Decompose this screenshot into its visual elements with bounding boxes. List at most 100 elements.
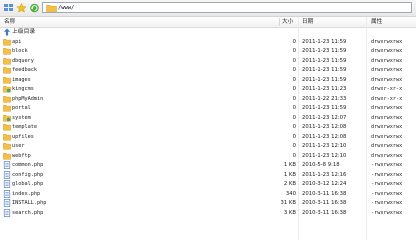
file-row[interactable]: system 0 2011-1-23 12:07 drwxrwxrwx [0, 114, 416, 124]
file-row[interactable]: feedback 0 2011-1-23 11:59 drwxrwxrwx [0, 66, 416, 76]
refresh-icon[interactable] [29, 3, 40, 13]
column-size[interactable]: 大小 [282, 18, 293, 26]
file-row[interactable]: block 0 2011-1-23 11:59 drwxrwxrwx [0, 47, 416, 57]
file-size: 0 [292, 105, 296, 111]
file-row[interactable]: portal 0 2011-1-23 11:59 drwxrwxrwx [0, 104, 416, 114]
file-date: 2011-1-22 21:33 [302, 95, 347, 102]
file-permissions: drwxrwxrwx [371, 76, 403, 83]
file-permissions: drwxrwxrwx [371, 38, 403, 45]
file-name: common.php [12, 162, 44, 168]
file-name: phpMyAdmin [12, 95, 44, 102]
file-date: 2011-1-23 11:59 [302, 48, 347, 54]
file-date: 2011-1-23 11:59 [302, 76, 347, 83]
php-file-icon [3, 189, 11, 198]
file-name: search.php [12, 209, 44, 216]
column-date[interactable]: 日期 [302, 18, 313, 26]
file-permissions: drwxrwxrwx [371, 57, 403, 64]
file-name: api [12, 38, 22, 45]
file-size: 0 [292, 95, 296, 102]
file-date: 2010-3-11 16:38 [302, 200, 347, 206]
file-name: global.php [12, 181, 44, 187]
file-row[interactable]: INSTALL.php 31 KB 2010-3-11 16:38 -rwxrwxrw… [0, 199, 416, 209]
file-row[interactable]: user 0 2011-1-23 12:10 drwxrwxrwx [0, 142, 416, 152]
file-size: 1 KB [283, 171, 296, 178]
file-permissions: -rwxrwxrwx [371, 190, 403, 197]
column-perm[interactable]: 属性 [371, 18, 382, 26]
file-name: upfiles [12, 133, 34, 140]
file-size: 0 [292, 38, 296, 45]
file-row[interactable]: config.php 1 KB 2011-1-23 12:16 -rwxrwxrwx [0, 170, 416, 181]
file-name: kingcms [12, 86, 34, 92]
file-size: 0 [292, 67, 296, 73]
file-size: 2 KB [283, 181, 296, 187]
file-row[interactable]: phpMyAdmin 0 2011-1-22 21:33 drwxr-xr-x [0, 95, 416, 105]
file-size: 0 [292, 76, 296, 83]
file-row[interactable]: images 0 2011-1-23 11:59 drwxrwxrwx [0, 76, 416, 86]
address-bar[interactable]: /www/ [42, 2, 412, 13]
folder-icon [3, 76, 11, 84]
address-path: /www/ [58, 5, 75, 11]
php-file-icon [3, 208, 11, 217]
column-header: 名称 大小 日期 属性 [0, 17, 416, 28]
file-date: 2011-1-23 12:10 [302, 152, 347, 159]
file-row[interactable]: index.php 340 2010-3-11 16:38 -rwxrwxrwx [0, 189, 416, 200]
file-row[interactable]: upfiles 0 2011-1-23 12:08 drwxrwxrwx [0, 133, 416, 143]
php-file-icon [3, 170, 11, 179]
column-name[interactable]: 名称 [4, 18, 15, 26]
file-name: images [12, 76, 31, 83]
file-date: 2010-3-11 16:38 [302, 209, 347, 216]
special-folder-icon [3, 114, 11, 122]
file-date: 2011-1-23 11:59 [302, 67, 347, 73]
file-name: feedback [12, 67, 37, 73]
file-permissions: -rwxrwxrwx [371, 200, 403, 206]
file-name: index.php [12, 190, 41, 197]
folder-icon [3, 38, 11, 46]
file-row[interactable]: api 0 2011-1-23 11:59 drwxrwxrwx [0, 38, 416, 48]
folder-icon [3, 104, 11, 112]
special-folder-icon [3, 85, 11, 93]
folder-icon [3, 57, 11, 65]
file-date: 2011-1-23 12:16 [302, 171, 347, 178]
file-size: 3 KB [283, 209, 296, 216]
file-date: 2011-1-23 11:59 [302, 38, 347, 45]
file-row[interactable]: global.php 2 KB 2010-3-12 12:24 -rwxrwxrwx [0, 180, 416, 190]
file-row[interactable]: common.php 1 KB 2010-5-8 9:18 -rwxrwxrwx [0, 161, 416, 171]
parent-directory-row[interactable]: 上级目录 [0, 28, 416, 38]
file-date: 2011-1-23 12:10 [302, 143, 347, 149]
file-list: 上级目录 api 0 2011-1-23 11:59 drwxrwxrwx block 0… [0, 28, 416, 218]
file-size: 0 [292, 48, 296, 54]
file-name: block [12, 48, 28, 54]
file-row[interactable]: search.php 3 KB 2010-3-11 16:38 -rwxrwxrwx [0, 208, 416, 219]
file-size: 0 [292, 152, 296, 159]
php-file-icon [3, 180, 11, 188]
folder-icon [3, 47, 11, 55]
file-permissions: drwxrwxrwx [371, 133, 403, 140]
file-row[interactable]: template 0 2011-1-23 12:08 drwxrwxrwx [0, 123, 416, 133]
file-permissions: -rwxrwxrwx [371, 171, 403, 178]
file-name: config.php [12, 171, 44, 178]
file-permissions: -rwxrwxrwx [371, 181, 403, 187]
file-size: 0 [292, 57, 296, 64]
file-date: 2011-1-23 11:59 [302, 57, 347, 64]
file-name: dbquery [12, 57, 34, 64]
file-size: 0 [292, 133, 296, 140]
file-size: 1 KB [283, 162, 296, 168]
file-date: 2011-1-23 12:08 [302, 133, 347, 140]
column-divider[interactable] [279, 18, 280, 26]
favorite-star-icon[interactable] [16, 3, 27, 13]
php-file-icon [3, 199, 11, 207]
file-permissions: -rwxrwxrwx [371, 209, 403, 216]
file-name: portal [12, 105, 31, 111]
file-size: 0 [292, 124, 296, 130]
file-date: 2011-1-23 12:08 [302, 124, 347, 130]
up-arrow-icon [3, 28, 11, 36]
file-row[interactable]: dbquery 0 2011-1-23 11:59 drwxrwxrwx [0, 57, 416, 67]
folder-icon [3, 66, 11, 74]
file-row[interactable]: kingcms 0 2011-1-23 11:23 drwxr-xr-x [0, 85, 416, 95]
grid-view-icon[interactable] [3, 3, 14, 13]
file-row[interactable]: webftp 0 2011-1-23 12:10 drwxrwxrwx [0, 152, 416, 162]
file-permissions: drwxr-xr-x [371, 95, 403, 102]
file-size: 340 [285, 190, 296, 197]
file-size: 0 [292, 86, 296, 92]
file-permissions: drwxr-xr-x [371, 86, 403, 92]
